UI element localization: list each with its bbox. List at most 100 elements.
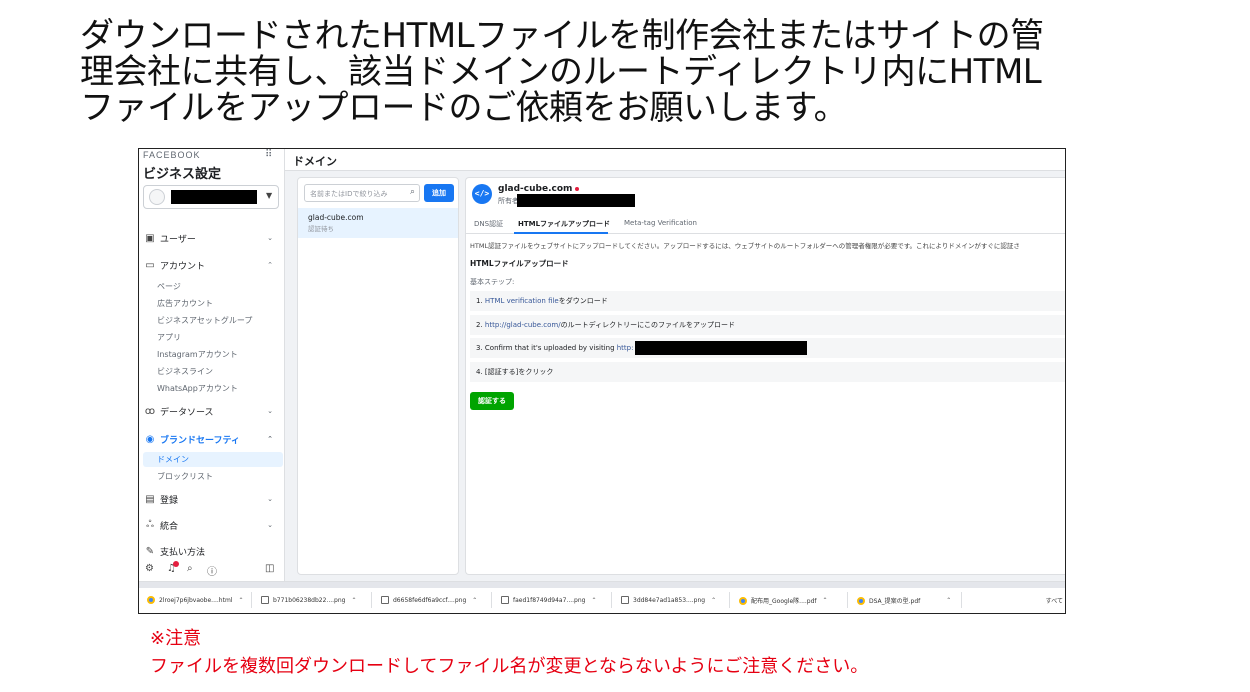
download-item[interactable]: 3dd84e7ad1a853....png ⌃: [621, 596, 716, 604]
chevron-down-icon: ⌄: [267, 495, 273, 503]
download-item[interactable]: d6658fe6df6a9ccf....png ⌃: [381, 596, 477, 604]
chevron-down-icon: ⌄: [267, 407, 273, 415]
facebook-logo: FACEBOOK: [143, 150, 201, 160]
instruction-headline: ダウンロードされたHTMLファイルを制作会社またはサイトの管 理会社に共有し、該…: [80, 18, 1180, 126]
list-item-domain[interactable]: glad-cube.com 認証待ち: [298, 208, 458, 238]
download-item[interactable]: faed1f8749d94a7....png ⌃: [501, 596, 597, 604]
note-body: ファイルを複数回ダウンロードしてファイル名が変更とならないようにご注意ください。: [150, 656, 869, 677]
verify-button[interactable]: 認証する: [470, 392, 514, 410]
download-item[interactable]: DSA_提案の型.pdf ⌃: [857, 596, 951, 605]
chevron-up-icon: ⌃: [591, 596, 597, 604]
domain-name: glad-cube.com: [308, 213, 364, 222]
integration-icon: ஃ: [146, 519, 154, 530]
domain-list-panel: 名前またはIDで絞り込み ⌕ 追加 glad-cube.com 認証待ち: [297, 177, 459, 575]
sidebar-item-integrations[interactable]: ஃ 統合 ⌄: [143, 516, 279, 534]
business-avatar: [149, 189, 165, 205]
divider: [251, 592, 252, 608]
notification-badge: [173, 561, 179, 567]
sidebar-item-data-sources[interactable]: ꝏ データソース ⌄: [143, 402, 279, 420]
download-item[interactable]: 配布用_Google隊....pdf ⌃: [739, 596, 828, 605]
image-file-icon: [621, 596, 629, 604]
step-1: 1. HTML verification fileをダウンロード: [470, 291, 1065, 311]
steps-label: 基本ステップ:: [470, 278, 515, 286]
download-item[interactable]: 2lroej7p6jbvaobe....html ⌃: [147, 596, 244, 604]
sidebar-subitem-whatsapp[interactable]: WhatsAppアカウント: [157, 381, 281, 396]
redacted-owner: [517, 194, 635, 207]
chevron-up-icon: ⌃: [267, 261, 273, 269]
sidebar-toggle-icon[interactable]: ◫: [265, 563, 274, 574]
sidebar-subitem-ad-accounts[interactable]: 広告アカウント: [157, 296, 281, 311]
step-2: 2. http://glad-cube.com/のルートディレクトリーにこのファ…: [470, 315, 1065, 335]
download-bar: 2lroej7p6jbvaobe....html ⌃ b771b06238db22…: [139, 581, 1065, 613]
divider: [371, 592, 372, 608]
chevron-down-icon: ⌄: [267, 521, 273, 529]
people-icon: ꝏ: [144, 405, 156, 417]
screenshot-frame: FACEBOOK ⠿ ビジネス設定 ▼ ▣ ユーザー ⌄ ▭ アカウント ⌃ ペ…: [138, 148, 1066, 614]
sidebar-item-payments[interactable]: ✎ 支払い方法: [143, 542, 279, 560]
show-all-button[interactable]: すべて: [1046, 596, 1063, 605]
search-input[interactable]: 名前またはIDで絞り込み ⌕: [304, 184, 420, 202]
sidebar-title: ビジネス設定: [143, 167, 222, 182]
clipboard-icon: ▤: [145, 493, 155, 505]
divider: [491, 592, 492, 608]
help-icon[interactable]: ⓘ: [207, 563, 217, 578]
section-title: HTMLファイルアップロード: [470, 259, 569, 268]
search-icon[interactable]: ⌕: [187, 563, 193, 574]
divider: [611, 592, 612, 608]
divider: [847, 592, 848, 608]
headline-line-3: ファイルをアップロードのご依頼をお願いします。: [80, 88, 848, 128]
sidebar-subitem-apps[interactable]: アプリ: [157, 330, 281, 345]
chevron-up-icon: ⌃: [946, 597, 952, 604]
tab-html-upload[interactable]: HTMLファイルアップロード: [518, 219, 610, 229]
sidebar-item-brand-safety[interactable]: ◉ ブランドセーフティ ⌃: [143, 430, 279, 448]
chevron-up-icon: ⌃: [711, 596, 717, 604]
caret-down-icon: ▼: [266, 191, 273, 200]
sidebar-footer-icons: ⚙ ♫ ⌕ ⓘ ◫: [143, 561, 281, 579]
verify-url-link[interactable]: http:: [617, 344, 634, 352]
folder-icon: ▭: [145, 259, 155, 271]
domain-status: 認証待ち: [308, 225, 334, 233]
headline-line-1: ダウンロードされたHTMLファイルを制作会社またはサイトの管: [80, 16, 1044, 56]
divider: [961, 592, 962, 608]
sidebar-subitem-blocklists[interactable]: ブロックリスト: [157, 469, 281, 484]
sidebar-item-accounts[interactable]: ▭ アカウント ⌃: [143, 256, 279, 274]
verification-tabs: DNS認証 HTMLファイルアップロード Meta-tag Verificati…: [466, 214, 1065, 234]
sidebar-subitem-domains[interactable]: ドメイン: [143, 452, 283, 467]
image-file-icon: [261, 596, 269, 604]
sidebar-subitem-pages[interactable]: ページ: [157, 279, 281, 294]
sidebar-subitem-asset-groups[interactable]: ビジネスアセットグループ: [157, 313, 281, 328]
status-dot: [575, 186, 580, 191]
image-file-icon: [501, 596, 509, 604]
chevron-up-icon: ⌃: [267, 435, 273, 443]
business-settings-sidebar: FACEBOOK ⠿ ビジネス設定 ▼ ▣ ユーザー ⌄ ▭ アカウント ⌃ ペ…: [139, 149, 285, 581]
chrome-icon: [857, 596, 865, 605]
tab-dns[interactable]: DNS認証: [474, 219, 503, 229]
shield-icon: ◉: [145, 433, 155, 445]
gear-icon[interactable]: ⚙: [145, 563, 154, 574]
chevron-down-icon: ⌄: [267, 234, 273, 242]
divider: [729, 592, 730, 608]
detail-domain-title: glad-cube.com: [498, 184, 580, 194]
sidebar-item-registrations[interactable]: ▤ 登録 ⌄: [143, 490, 279, 508]
horizontal-scrollbar[interactable]: [139, 582, 1065, 588]
download-verification-file-link[interactable]: HTML verification file: [485, 297, 559, 305]
apps-grid-icon[interactable]: ⠿: [265, 149, 272, 160]
search-icon: ⌕: [410, 187, 416, 197]
domain-root-link[interactable]: http://glad-cube.com/: [485, 321, 561, 329]
step-4: 4. [認証する]をクリック: [470, 362, 1065, 382]
download-item[interactable]: b771b06238db22....png ⌃: [261, 596, 357, 604]
chrome-icon: [147, 596, 155, 604]
sidebar-item-users[interactable]: ▣ ユーザー ⌄: [143, 229, 279, 247]
description-text: HTML認証ファイルをウェブサイトにアップロードしてください。アップロードするに…: [470, 242, 1020, 250]
user-card-icon: ▣: [145, 232, 155, 244]
chevron-up-icon: ⌃: [238, 596, 244, 604]
sidebar-subitem-business-lines[interactable]: ビジネスライン: [157, 364, 281, 379]
add-domain-button[interactable]: 追加: [424, 184, 454, 202]
tab-meta-tag[interactable]: Meta-tag Verification: [624, 219, 697, 227]
redacted-url: [635, 341, 808, 355]
image-file-icon: [381, 596, 389, 604]
chevron-up-icon: ⌃: [351, 596, 357, 604]
page-header: ドメイン: [285, 149, 1065, 171]
business-selector[interactable]: ▼: [143, 185, 279, 209]
sidebar-subitem-instagram[interactable]: Instagramアカウント: [157, 347, 281, 362]
